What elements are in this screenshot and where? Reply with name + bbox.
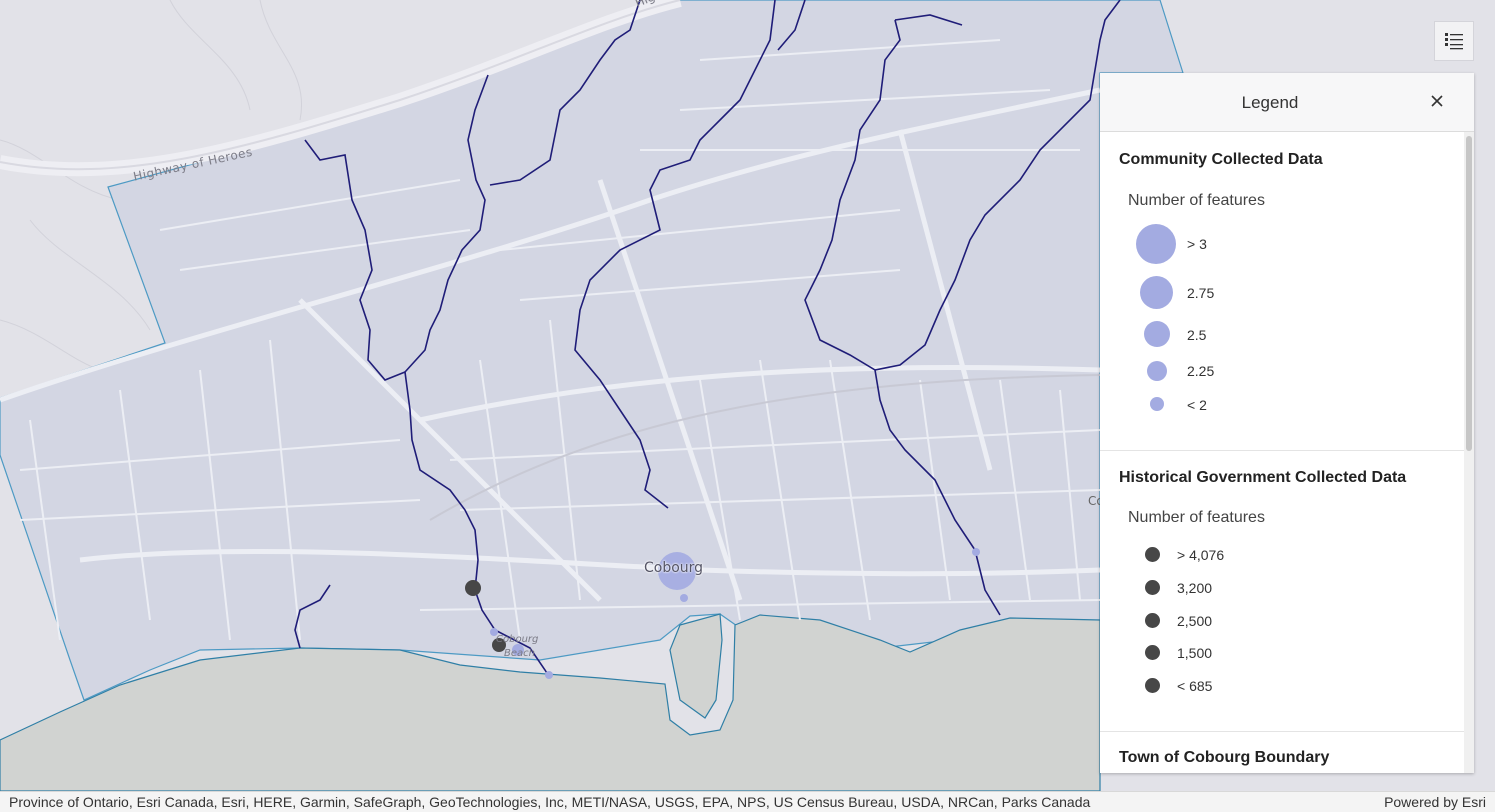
legend-item-label: > 4,076 (1177, 547, 1225, 563)
legend-item-label: < 685 (1177, 678, 1213, 694)
section-title: Historical Government Collected Data (1119, 469, 1407, 486)
beach-label-line-1: Cobourg (496, 634, 539, 645)
legend-item: 2,500 (1100, 611, 1464, 641)
section-subtitle: Number of features (1128, 192, 1265, 209)
beach-label: Cobourg Beach (496, 633, 538, 661)
legend-item: < 2 (1100, 395, 1464, 425)
community-data-point (545, 671, 553, 679)
legend-panel: Legend Community Collected Data Number o… (1100, 73, 1474, 773)
legend-item: > 4,076 (1100, 545, 1464, 575)
bubble-symbol (1147, 361, 1167, 381)
legend-section-community: Community Collected Data Number of featu… (1100, 132, 1464, 451)
legend-item-label: 2,500 (1177, 613, 1213, 629)
community-data-point (972, 548, 980, 556)
beach-label-line-2: Beach (504, 648, 535, 659)
legend-item: 2.25 (1100, 361, 1464, 391)
legend-item-label: 2.5 (1187, 327, 1207, 343)
bubble-symbol (1140, 276, 1173, 309)
dot-symbol (1145, 613, 1160, 628)
legend-item: 2.5 (1100, 321, 1464, 354)
scrollbar-thumb[interactable] (1466, 136, 1472, 451)
legend-body[interactable]: Community Collected Data Number of featu… (1100, 132, 1464, 773)
bubble-symbol (1144, 321, 1170, 347)
close-icon (1431, 95, 1443, 107)
town-label: Cobourg (644, 560, 704, 576)
legend-item: 2.75 (1100, 276, 1464, 310)
section-title: Community Collected Data (1119, 151, 1323, 168)
bubble-symbol (1150, 397, 1164, 411)
legend-item: > 3 (1100, 224, 1464, 264)
legend-title: Legend (1241, 93, 1299, 112)
attribution-text[interactable]: Province of Ontario, Esri Canada, Esri, … (9, 794, 1090, 810)
attribution-bar: Province of Ontario, Esri Canada, Esri, … (0, 791, 1495, 812)
legend-item-label: 2.25 (1187, 363, 1215, 379)
legend-item-label: 1,500 (1177, 645, 1213, 661)
legend-item-label: 3,200 (1177, 580, 1213, 596)
close-button[interactable] (1428, 92, 1446, 110)
section-subtitle: Number of features (1128, 509, 1265, 526)
legend-section-historical: Historical Government Collected Data Num… (1100, 450, 1464, 732)
legend-item: 1,500 (1100, 643, 1464, 673)
legend-item: < 685 (1100, 676, 1464, 706)
legend-item: 3,200 (1100, 578, 1464, 608)
bubble-symbol (1136, 224, 1176, 264)
dot-symbol (1145, 645, 1160, 660)
powered-by-link[interactable]: Powered by Esri (1384, 794, 1486, 810)
legend-scrollbar[interactable] (1464, 132, 1474, 773)
legend-header: Legend (1100, 73, 1474, 132)
legend-item-label: 2.75 (1187, 285, 1215, 301)
legend-item-label: < 2 (1187, 397, 1207, 413)
dot-symbol (1145, 580, 1160, 595)
legend-list-icon (1445, 33, 1463, 50)
community-data-point (680, 594, 688, 602)
dot-symbol (1145, 678, 1160, 693)
legend-item-label: > 3 (1187, 236, 1207, 252)
dot-symbol (1145, 547, 1160, 562)
legend-toggle-button[interactable] (1434, 21, 1474, 61)
section-title: Town of Cobourg Boundary (1119, 749, 1330, 766)
legend-section-boundary: Town of Cobourg Boundary (1100, 731, 1464, 773)
government-data-point (465, 580, 481, 596)
